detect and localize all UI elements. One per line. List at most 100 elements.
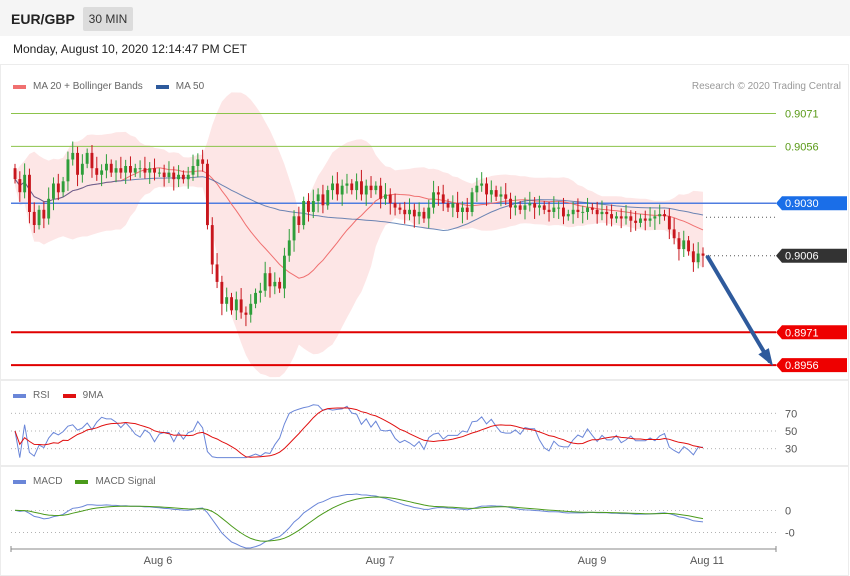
candle-body (542, 205, 546, 210)
current-price-label: 0.9030 (785, 198, 819, 210)
candle-body (71, 152, 75, 160)
candle-body (441, 194, 445, 204)
candle-body (234, 299, 238, 311)
candle-body (47, 198, 51, 219)
candle-body (682, 240, 686, 250)
candle-body (148, 168, 152, 173)
resistance-level-label: 0.9071 (785, 109, 819, 121)
candle-body (119, 168, 123, 173)
candle-body (143, 168, 147, 173)
candle-body (610, 214, 613, 219)
candle-body (562, 207, 565, 217)
candle-body (316, 194, 320, 201)
bollinger-band-area (15, 92, 703, 378)
candle-body (499, 194, 503, 197)
candle-body (307, 201, 310, 212)
candle-body (76, 152, 79, 175)
candle-body (451, 203, 455, 208)
candle-body (364, 185, 368, 195)
candle-body (350, 183, 354, 191)
x-axis-tick-label: Aug 6 (144, 555, 173, 567)
candle-body (239, 299, 243, 313)
candle-body (629, 216, 633, 221)
support-level-label: 0.8956 (785, 360, 819, 372)
candle-body (643, 218, 647, 221)
candle-body (427, 207, 431, 219)
candle-body (177, 174, 180, 180)
candle-body (691, 251, 695, 263)
candle-body (461, 207, 464, 212)
candle-body (331, 183, 334, 191)
candle-body (114, 168, 118, 173)
candle-body (225, 297, 229, 304)
candle-body (167, 172, 171, 177)
support-level-label: 0.8971 (785, 327, 819, 339)
candle-body (292, 216, 296, 241)
candle-body (129, 166, 132, 173)
candle-body (677, 238, 681, 250)
candle-body (384, 194, 387, 199)
candle-body (138, 168, 142, 170)
candle-body (634, 220, 638, 223)
candle-body (432, 192, 435, 208)
candle-body (509, 198, 512, 208)
candle-body (32, 211, 36, 225)
candle-body (653, 216, 657, 219)
forecast-arrow-head (758, 348, 773, 367)
candle-body (470, 192, 474, 212)
candle-body (105, 163, 108, 171)
candle-body (335, 183, 339, 195)
candle-body (398, 207, 402, 210)
candle-body (133, 168, 137, 173)
candle-body (254, 292, 257, 304)
candle-body (18, 179, 22, 193)
candle-body (157, 172, 161, 174)
rsi-tick-label: 50 (785, 426, 797, 438)
last-price-label: 0.9006 (785, 251, 819, 263)
candle-body (124, 166, 128, 173)
candle-body (90, 152, 94, 169)
candle-body (206, 163, 209, 226)
candle-body (258, 290, 262, 293)
candle-body (494, 190, 498, 197)
candle-body (639, 218, 642, 223)
candle-body (480, 183, 484, 186)
candle-body (581, 211, 585, 213)
candle-body (518, 205, 522, 210)
candle-body (547, 209, 551, 212)
chart-canvas: 0.9071 0.9056 0.9030 0.9006 0.8971 0.8956 70 50… (10, 92, 847, 567)
candle-body (28, 174, 31, 212)
forecast-arrow-shaft (705, 254, 772, 364)
candle-body (528, 203, 532, 206)
candle-body (696, 253, 700, 263)
candle-body (566, 214, 570, 217)
candle-body (360, 181, 363, 195)
candle-body (672, 229, 676, 239)
candle-body (456, 203, 460, 212)
candle-body (287, 240, 291, 256)
candle-body (80, 163, 84, 175)
candle-body (605, 211, 609, 215)
candle-body (230, 297, 233, 311)
x-axis-tick-label: Aug 9 (578, 555, 607, 567)
candle-body (648, 218, 652, 221)
candle-body (302, 201, 306, 226)
candle-body (590, 207, 594, 210)
candle-body (600, 211, 604, 215)
candle-body (586, 207, 589, 212)
candle-body (340, 185, 344, 195)
candle-body (268, 273, 272, 287)
candle-body (23, 174, 27, 193)
candle-body (485, 183, 488, 195)
candle-body (37, 209, 41, 226)
candle-body (244, 312, 248, 315)
candle-body (42, 209, 46, 219)
candle-body (215, 264, 219, 282)
candle-body (374, 185, 378, 191)
candle-body (196, 159, 200, 166)
candle-body (446, 203, 450, 208)
candle-body (417, 211, 421, 217)
candle-body (273, 281, 277, 287)
candle-body (369, 185, 373, 191)
candle-body (210, 225, 214, 265)
